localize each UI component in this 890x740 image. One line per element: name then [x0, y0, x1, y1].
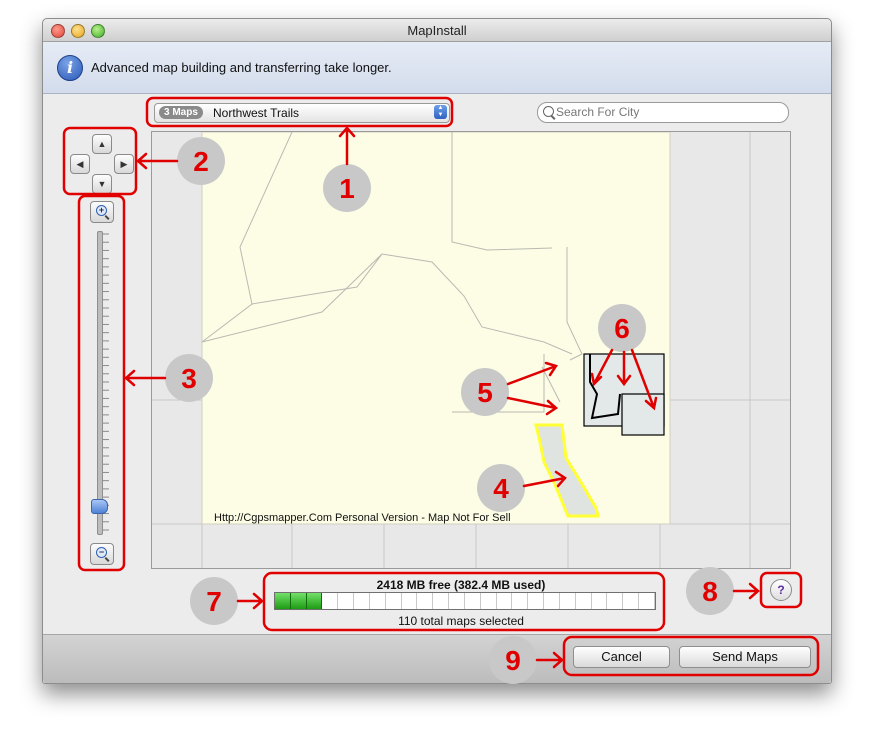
bottom-bar: Cancel Send Maps	[43, 634, 831, 683]
progress-segment	[354, 593, 370, 609]
map-view[interactable]: Http://Cgpsmapper.Com Personal Version -…	[151, 131, 791, 569]
progress-segment	[623, 593, 640, 609]
zoom-in-button[interactable]: +	[90, 201, 114, 223]
progress-segment	[528, 593, 545, 609]
land-area	[201, 132, 671, 525]
map-credit: Http://Cgpsmapper.Com Personal Version -…	[214, 512, 511, 524]
send-maps-button[interactable]: Send Maps	[679, 646, 811, 668]
progress-segment	[497, 593, 513, 609]
map-tile[interactable]	[621, 393, 665, 436]
zoom-out-icon: −	[96, 547, 107, 558]
pan-left-button[interactable]: ◀	[70, 154, 90, 174]
progress-segment	[275, 593, 291, 609]
progress-segment	[433, 593, 450, 609]
title-bar[interactable]: MapInstall	[43, 19, 831, 42]
progress-segment	[512, 593, 529, 609]
info-bar: i Advanced map building and transferring…	[43, 42, 831, 94]
progress-segment	[544, 593, 560, 609]
progress-segment	[576, 593, 592, 609]
storage-free-text: 2418 MB free (382.4 MB used)	[376, 578, 546, 592]
mapinstall-window: MapInstall i Advanced map building and t…	[42, 18, 832, 684]
progress-segment	[386, 593, 402, 609]
pan-down-button[interactable]: ▼	[92, 174, 112, 194]
info-icon: i	[57, 55, 83, 81]
storage-progress-bar	[274, 592, 656, 610]
pan-control: ▲ ◀ ▶ ▼	[68, 134, 134, 194]
progress-segment	[607, 593, 624, 609]
progress-segment	[560, 593, 576, 609]
progress-segment	[417, 593, 434, 609]
map-canvas[interactable]: Http://Cgpsmapper.Com Personal Version -…	[152, 132, 790, 568]
window-title: MapInstall	[407, 23, 467, 38]
zoom-slider-ticks	[103, 233, 109, 531]
progress-segment	[290, 593, 307, 609]
progress-segment	[306, 593, 323, 609]
help-button[interactable]: ?	[770, 579, 792, 601]
storage-meter: 2418 MB free (382.4 MB used) 110 total m…	[271, 577, 656, 633]
cancel-button[interactable]: Cancel	[573, 646, 670, 668]
progress-segment	[402, 593, 418, 609]
progress-segment	[322, 593, 339, 609]
zoom-slider-knob[interactable]	[91, 498, 108, 514]
map-count-badge: 3 Maps	[159, 106, 203, 119]
progress-segment	[481, 593, 497, 609]
info-message: Advanced map building and transferring t…	[91, 60, 392, 75]
zoom-in-icon: +	[96, 205, 107, 216]
selection-count: 110 total maps selected	[398, 614, 524, 628]
map-set-dropdown[interactable]: 3 Maps Northwest Trails ▲ ▼	[154, 103, 450, 123]
search-input[interactable]	[556, 104, 776, 120]
search-icon	[543, 106, 554, 117]
pan-right-button[interactable]: ▶	[114, 154, 134, 174]
city-search-field[interactable]	[537, 102, 789, 123]
progress-segment	[592, 593, 608, 609]
progress-segment	[465, 593, 481, 609]
zoom-out-button[interactable]: −	[90, 543, 114, 565]
pan-up-button[interactable]: ▲	[92, 134, 112, 154]
progress-segment	[338, 593, 355, 609]
map-tiles-selected[interactable]	[583, 353, 665, 436]
map-set-name: Northwest Trails	[213, 106, 300, 120]
progress-segment	[449, 593, 465, 609]
dropdown-arrows-icon: ▲ ▼	[434, 105, 447, 119]
progress-segment	[639, 593, 655, 609]
progress-segment	[370, 593, 386, 609]
